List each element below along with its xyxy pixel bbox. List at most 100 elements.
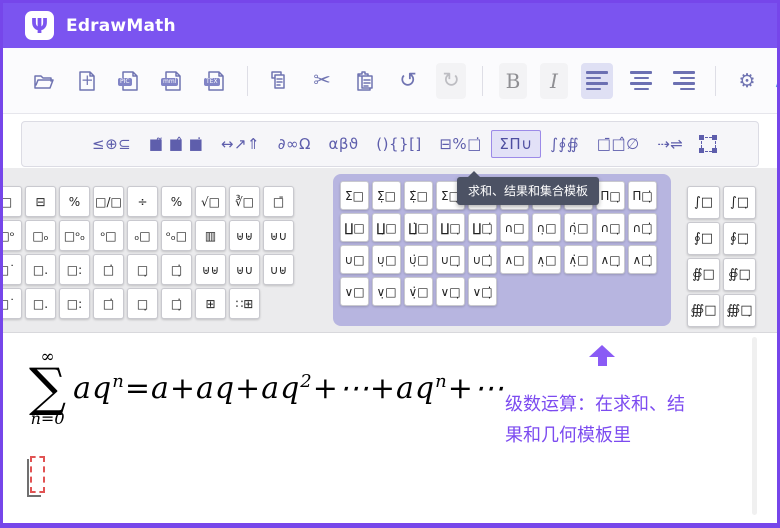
sum-template-cell[interactable]: ∪□̣ [436, 245, 465, 274]
sum-template-cell[interactable]: ∪̣̇□ [404, 245, 433, 274]
fraction-template-cell[interactable]: □/□ [93, 186, 124, 217]
new-file-button[interactable]: + [72, 63, 102, 99]
category-sum-product-set[interactable]: ΣΠ∪ [491, 130, 540, 158]
integral-template-cell[interactable]: ∮□̣ [723, 222, 756, 255]
sum-template-cell[interactable]: ∧□ [500, 245, 529, 274]
fraction-template-cell[interactable]: % [59, 186, 90, 217]
fraction-template-cell[interactable]: ∪⊎ [263, 254, 294, 285]
integral-template-cell[interactable]: ∫□ [687, 186, 720, 219]
fraction-template-cell[interactable]: □˙ [0, 288, 22, 319]
align-center-button[interactable] [626, 63, 656, 99]
export-mathml-button[interactable]: mml [158, 63, 188, 99]
cut-button[interactable]: ✂ [307, 63, 337, 99]
sum-template-cell[interactable]: ∪̣□ [372, 245, 401, 274]
fraction-template-cell[interactable]: ⊎⊎ [229, 220, 260, 251]
redo-button[interactable]: ↻ [436, 63, 466, 99]
category-selection[interactable] [693, 132, 724, 157]
fraction-template-cell[interactable]: ⊟ [25, 186, 56, 217]
category-integral[interactable]: ∫∮∯ [542, 130, 587, 158]
integral-template-cell[interactable]: ∫□̣ [723, 186, 756, 219]
sum-template-cell[interactable]: ∩□̣ [596, 213, 625, 242]
sum-template-cell[interactable]: ∩̣□ [532, 213, 561, 242]
sum-template-cell[interactable]: ∐□ [340, 213, 369, 242]
category-relations[interactable]: ≤⊕⊆ [84, 130, 139, 158]
export-image-button[interactable]: PIC [115, 63, 145, 99]
insertion-placeholder[interactable] [30, 456, 45, 493]
category-greek-letters[interactable]: αβϑ [320, 130, 366, 158]
fraction-template-cell[interactable]: ⊞ [195, 288, 226, 319]
undo-button[interactable]: ↺ [393, 63, 423, 99]
fraction-template-cell[interactable]: ▥ [195, 220, 226, 251]
fraction-template-cell[interactable]: ∛□ [229, 186, 260, 217]
integral-template-cell[interactable]: ∯□̣ [723, 258, 756, 291]
sum-template-cell[interactable]: ∪□̣̇ [468, 245, 497, 274]
fraction-template-cell[interactable]: □̇ [93, 254, 124, 285]
sum-template-cell[interactable]: ∐̣̇□ [404, 213, 433, 242]
category-arrow-templates[interactable]: ⇢⇌ [649, 130, 691, 158]
feedback-link[interactable]: 反馈.. [775, 71, 780, 91]
fraction-template-cell[interactable]: □̇ [93, 288, 124, 319]
sum-template-cell[interactable]: ∧□̣ [596, 245, 625, 274]
sum-template-cell[interactable]: Σ□ [340, 181, 369, 210]
fraction-template-cell[interactable]: □ₒ [25, 220, 56, 251]
bold-button[interactable]: B [499, 63, 527, 99]
category-arrows[interactable]: ↔↗⇑ [213, 130, 268, 158]
integral-template-cell[interactable]: ∮□ [687, 222, 720, 255]
export-latex-button[interactable]: TEX [201, 63, 231, 99]
formula-canvas[interactable]: ∞ ∑ n=0 aqn=a+aq+aq2+⋯+aqn+⋯ 级数运算：在求和、结 … [3, 332, 777, 523]
sum-template-cell[interactable]: ∐□̣̇ [468, 213, 497, 242]
copy-button[interactable] [264, 63, 294, 99]
sum-template-cell[interactable]: Π□̣̇ [628, 181, 657, 210]
fraction-template-cell[interactable]: ÷ [127, 186, 158, 217]
fraction-template-cell[interactable]: □ᵒ [0, 220, 22, 251]
sum-template-cell[interactable]: ∩̣̇□ [564, 213, 593, 242]
fraction-template-cell[interactable]: □ᵒₒ [59, 220, 90, 251]
fraction-template-cell[interactable]: % [161, 186, 192, 217]
paste-button[interactable] [350, 63, 380, 99]
settings-button[interactable]: ⚙ [732, 63, 762, 99]
italic-button[interactable]: I [540, 63, 568, 99]
fraction-template-cell[interactable]: □̣ [127, 254, 158, 285]
sum-template-cell[interactable]: ∐□̣ [436, 213, 465, 242]
integral-template-cell[interactable]: ∯□ [687, 258, 720, 291]
fraction-template-cell[interactable]: √□ [195, 186, 226, 217]
fraction-template-cell[interactable]: ₒ□ [127, 220, 158, 251]
category-brackets[interactable]: (){}[] [368, 130, 430, 158]
vertical-scrollbar[interactable] [752, 337, 757, 515]
align-left-button[interactable] [581, 63, 613, 99]
sum-template-cell[interactable]: ∨̣̇□ [404, 277, 433, 306]
category-fraction-radical[interactable]: ⊟%□̇ [431, 130, 490, 158]
align-right-button[interactable] [669, 63, 699, 99]
sum-template-cell[interactable]: ∨□̣̇ [468, 277, 497, 306]
fraction-template-cell[interactable]: □˙ [0, 254, 22, 285]
category-accents[interactable]: ■̃ ■̂ ■̇ [141, 130, 212, 158]
sum-template-cell[interactable]: ∐̣□ [372, 213, 401, 242]
fraction-template-cell[interactable]: □. [25, 254, 56, 285]
fraction-template-cell[interactable]: □̣̇ [161, 254, 192, 285]
sum-template-cell[interactable]: ∧̣̇□ [564, 245, 593, 274]
sum-template-cell[interactable]: ∧□̣̇ [628, 245, 657, 274]
fraction-template-cell[interactable]: □: [59, 288, 90, 319]
open-file-button[interactable] [29, 63, 59, 99]
sum-template-cell[interactable]: ∨□̣ [436, 277, 465, 306]
sum-template-cell[interactable]: ∩□ [500, 213, 529, 242]
fraction-template-cell[interactable]: ᵒ□ [93, 220, 124, 251]
sum-template-cell[interactable]: ∧̣□ [532, 245, 561, 274]
fraction-template-cell[interactable]: □̄ [263, 186, 294, 217]
fraction-template-cell[interactable]: ⊎∪ [263, 220, 294, 251]
sum-template-cell[interactable]: ∪□ [340, 245, 369, 274]
fraction-template-cell[interactable]: ∷⊞ [229, 288, 260, 319]
fraction-template-cell[interactable]: □̣ [127, 288, 158, 319]
sum-template-cell[interactable]: ∨□ [340, 277, 369, 306]
fraction-template-cell[interactable]: ⊎∪ [229, 254, 260, 285]
integral-template-cell[interactable]: ∰□̣ [723, 294, 756, 327]
integral-template-cell[interactable]: ∰□ [687, 294, 720, 327]
fraction-template-cell[interactable]: □̣̇ [161, 288, 192, 319]
sum-template-cell[interactable]: Σ̣□ [372, 181, 401, 210]
fraction-template-cell[interactable]: □ [0, 186, 22, 217]
sum-template-cell[interactable]: Σ̣̇□ [404, 181, 433, 210]
sum-template-cell[interactable]: Π□̣ [596, 181, 625, 210]
category-misc-symbols[interactable]: ∂∞Ω [270, 130, 319, 158]
fraction-template-cell[interactable]: □. [25, 288, 56, 319]
sum-template-cell[interactable]: ∩□̣̇ [628, 213, 657, 242]
